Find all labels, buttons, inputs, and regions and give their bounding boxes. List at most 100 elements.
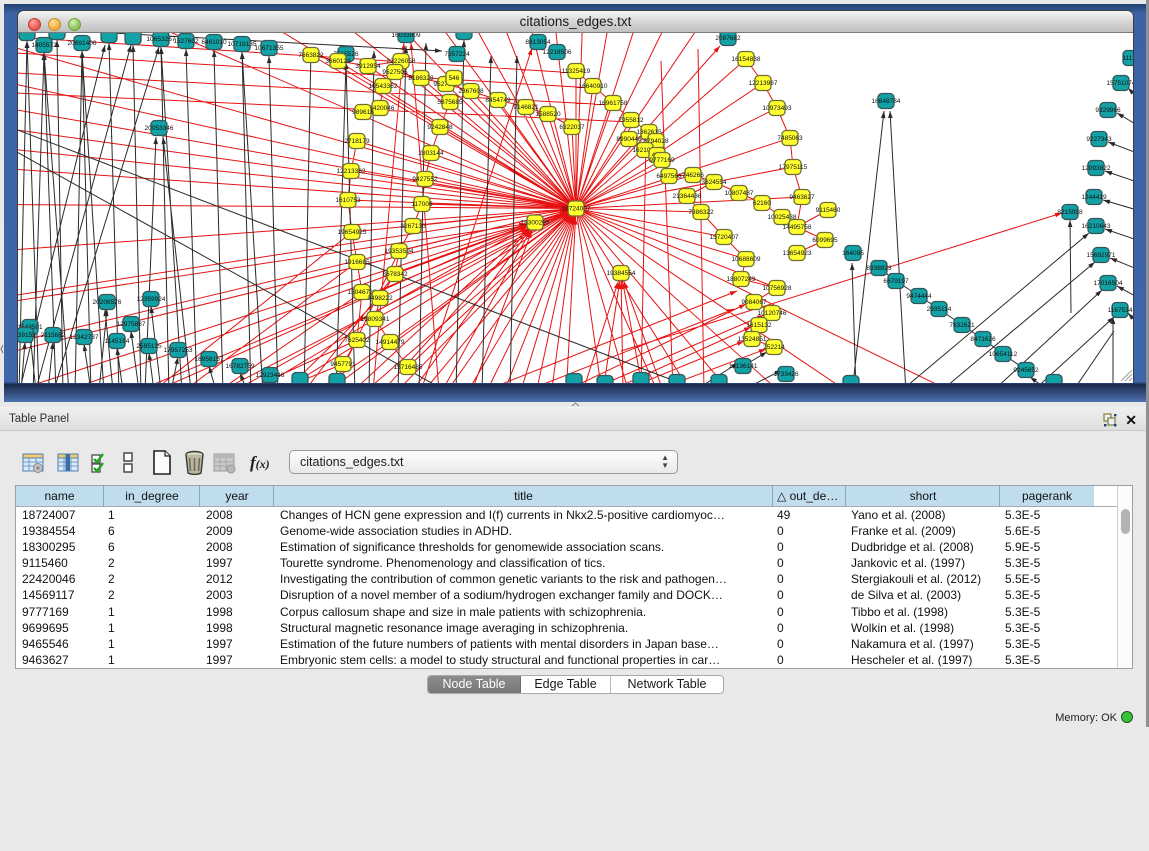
svg-text:3267130: 3267130	[400, 223, 426, 230]
svg-text:16782759: 16782759	[226, 363, 255, 370]
svg-text:9474444: 9474444	[906, 293, 932, 300]
svg-text:12218506: 12218506	[543, 49, 572, 56]
svg-text:10671355: 10671355	[255, 45, 284, 52]
svg-text:8186328: 8186328	[408, 75, 434, 82]
svg-text:10654112: 10654112	[989, 351, 1018, 358]
svg-text:18300295: 18300295	[521, 220, 550, 227]
svg-text:8678342: 8678342	[382, 271, 408, 278]
svg-text:6461010: 6461010	[201, 39, 227, 46]
svg-text:10120746: 10120746	[758, 310, 787, 317]
svg-text:20691406: 20691406	[68, 40, 97, 47]
svg-text:9427552: 9427552	[412, 176, 438, 183]
svg-text:14914479: 14914479	[376, 339, 405, 346]
svg-text:1244419: 1244419	[1081, 194, 1107, 201]
svg-text:10973493: 10973493	[763, 105, 792, 112]
svg-text:8990448: 8990448	[616, 136, 642, 143]
svg-text:12923448: 12923448	[256, 372, 285, 379]
svg-text:7625402: 7625402	[344, 337, 370, 344]
svg-text:3660123: 3660123	[325, 58, 351, 65]
svg-text:546: 546	[449, 75, 460, 82]
svg-text:1916685: 1916685	[344, 259, 370, 266]
svg-text:2595135: 2595135	[136, 343, 162, 350]
svg-text:21364436: 21364436	[673, 193, 702, 200]
svg-text:13524851: 13524851	[738, 336, 767, 343]
svg-text:7357224: 7357224	[444, 51, 470, 58]
svg-text:19654925: 19654925	[338, 229, 367, 236]
svg-text:16648784: 16648784	[872, 98, 901, 105]
svg-text:9227343: 9227343	[1086, 136, 1112, 143]
svg-text:8215958: 8215958	[1057, 209, 1083, 216]
svg-text:12359924: 12359924	[137, 296, 166, 303]
svg-text:12213382: 12213382	[337, 168, 366, 175]
svg-text:62160: 62160	[753, 200, 771, 207]
svg-text:3624554: 3624554	[701, 179, 727, 186]
svg-text:252214: 252214	[763, 344, 785, 351]
svg-text:17975115: 17975115	[779, 164, 808, 171]
svg-text:16210643: 16210643	[1082, 223, 1111, 230]
svg-text:17016504: 17016504	[1094, 280, 1123, 287]
svg-text:9146821: 9146821	[513, 104, 539, 111]
svg-text:16961758: 16961758	[599, 100, 628, 107]
svg-text:2367608: 2367608	[458, 88, 484, 95]
svg-text:7386322: 7386322	[688, 209, 714, 216]
svg-text:19384554: 19384554	[607, 270, 636, 277]
svg-text:8813054: 8813054	[525, 39, 551, 46]
svg-text:12093822: 12093822	[1082, 165, 1111, 172]
svg-text:14495758: 14495758	[783, 224, 812, 231]
svg-text:1167534: 1167534	[1108, 307, 1133, 314]
svg-text:1145194: 1145194	[105, 338, 130, 345]
svg-text:3912954: 3912954	[355, 63, 381, 70]
svg-text:6099695: 6099695	[812, 237, 838, 244]
svg-text:16033809: 16033809	[392, 33, 421, 39]
svg-text:989618: 989618	[352, 109, 374, 116]
svg-text:16958157: 16958157	[195, 356, 224, 363]
svg-text:17957253: 17957253	[164, 347, 193, 354]
svg-text:2115682: 2115682	[41, 332, 66, 339]
svg-text:2087682: 2087682	[715, 35, 741, 42]
svg-text:5875685: 5875685	[437, 99, 463, 106]
svg-text:9242848: 9242848	[427, 124, 453, 131]
svg-text:20206576: 20206576	[93, 299, 122, 306]
svg-text:7632621: 7632621	[949, 322, 975, 329]
svg-text:1527602: 1527602	[173, 38, 199, 45]
svg-text:1588520: 1588520	[535, 111, 561, 118]
svg-text:8938923: 8938923	[866, 265, 892, 272]
svg-text:20053346: 20053346	[145, 125, 174, 132]
svg-text:746266: 746266	[682, 172, 704, 179]
svg-text:10807487: 10807487	[725, 190, 754, 197]
svg-text:16154838: 16154838	[732, 56, 761, 63]
svg-text:19353594: 19353594	[385, 248, 414, 255]
svg-text:1733426: 1733426	[773, 371, 799, 378]
svg-text:10719135: 10719135	[228, 41, 257, 48]
svg-text:117006: 117006	[411, 201, 433, 208]
svg-text:939151: 939151	[18, 332, 36, 339]
svg-text:13654923: 13654923	[783, 250, 812, 257]
svg-text:14136141: 14136141	[729, 363, 758, 370]
svg-text:11325419: 11325419	[562, 68, 591, 75]
svg-text:15716485: 15716485	[394, 364, 423, 371]
svg-text:12213967: 12213967	[749, 80, 778, 87]
svg-text:10756928: 10756928	[763, 285, 792, 292]
svg-text:18724007: 18724007	[562, 206, 591, 213]
svg-text:8454749: 8454749	[485, 97, 511, 104]
svg-text:2718179: 2718179	[344, 138, 370, 145]
svg-text:9463627: 9463627	[789, 194, 815, 201]
svg-text:15692971: 15692971	[1087, 252, 1116, 259]
svg-text:9527505: 9527505	[382, 69, 408, 76]
svg-text:6322037: 6322037	[559, 124, 585, 131]
svg-text:9777169: 9777169	[649, 157, 675, 164]
svg-text:10653267: 10653267	[147, 36, 176, 43]
svg-text:7485063: 7485063	[777, 135, 803, 142]
svg-text:9329966: 9329966	[1095, 107, 1121, 114]
svg-text:8471626: 8471626	[970, 336, 996, 343]
svg-text:3498222: 3498222	[367, 295, 393, 302]
svg-text:164095: 164095	[842, 250, 864, 257]
svg-text:12975887: 12975887	[117, 321, 146, 328]
svg-text:16809341: 16809341	[361, 316, 390, 323]
svg-text:18807249: 18807249	[727, 276, 756, 283]
svg-text:11125: 11125	[1122, 55, 1133, 62]
svg-text:2935114: 2935114	[927, 306, 952, 313]
svg-text:7663822: 7663822	[298, 52, 324, 59]
svg-text:7955812: 7955812	[618, 117, 644, 124]
svg-text:9457791: 9457791	[330, 361, 356, 368]
